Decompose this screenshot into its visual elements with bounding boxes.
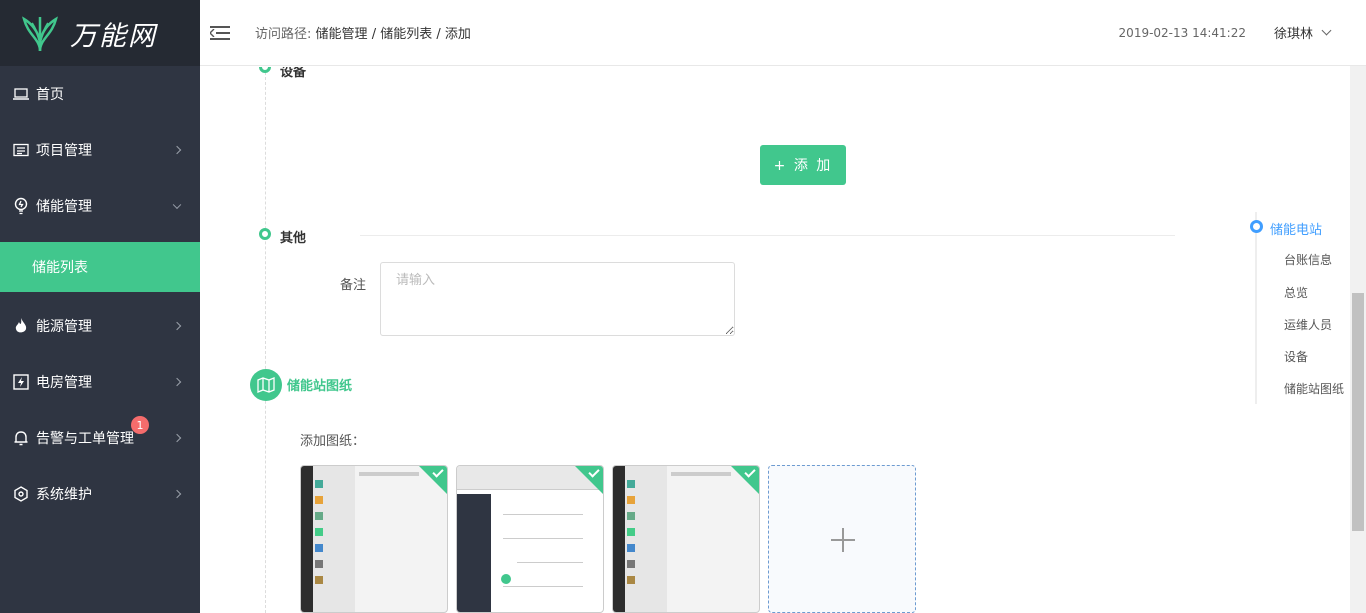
drawing-thumbnail[interactable]: [300, 465, 448, 613]
section-divider: [360, 235, 1175, 236]
leaf-logo-icon: [22, 16, 58, 52]
chevron-right-icon: [172, 321, 182, 331]
current-datetime: 2019-02-13 14:41:22: [1118, 25, 1246, 40]
add-equipment-button[interactable]: + 添 加: [760, 145, 846, 185]
sidebar: 万能网 首页 项目管理 储能管理 储能列表 能源管理 电房管理 告警与工单管理 …: [0, 0, 200, 613]
sidebar-item-power-room[interactable]: 电房管理: [0, 354, 200, 410]
gear-icon: [12, 485, 30, 503]
add-drawings-label: 添加图纸：: [300, 434, 366, 449]
map-icon: [250, 369, 282, 401]
breadcrumb-separator: /: [371, 27, 377, 42]
sidebar-item-projects[interactable]: 项目管理: [0, 122, 200, 178]
laptop-icon: [12, 85, 30, 103]
anchor-link[interactable]: 设备: [1284, 348, 1308, 365]
breadcrumb-separator: /: [436, 27, 441, 42]
sidebar-item-label: 电房管理: [36, 375, 92, 391]
section-dot: [259, 67, 271, 73]
sidebar-item-energy[interactable]: 能源管理: [0, 298, 200, 354]
list-card-icon: [12, 141, 30, 159]
sidebar-item-label: 告警与工单管理: [36, 431, 134, 447]
user-menu[interactable]: 徐琪林: [1273, 23, 1332, 42]
brand-name: 万能网: [70, 20, 157, 52]
sidebar-item-system[interactable]: 系统维护: [0, 466, 200, 522]
flame-icon: [12, 317, 30, 335]
timeline-line: [265, 67, 266, 613]
sidebar-item-label: 项目管理: [36, 143, 92, 159]
menu-toggle-icon[interactable]: [210, 25, 230, 41]
user-name: 徐琪林: [1273, 27, 1313, 42]
sidebar-item-label: 储能列表: [32, 260, 88, 276]
sidebar-item-label: 首页: [36, 87, 64, 103]
section-title-drawings: 储能站图纸: [287, 379, 353, 394]
sidebar-item-storage[interactable]: 储能管理: [0, 178, 200, 234]
main-content: 设备 + 添 加 其他 备注 储能站图纸 添加图纸：: [200, 67, 1350, 613]
chevron-down-icon: [172, 200, 182, 210]
breadcrumb: 访问路径: 储能管理 / 储能列表 / 添加: [255, 23, 471, 42]
breadcrumb-prefix: 访问路径:: [255, 27, 312, 42]
logo[interactable]: 万能网: [0, 0, 200, 66]
top-header: 访问路径: 储能管理 / 储能列表 / 添加 2019-02-13 14:41:…: [200, 0, 1366, 66]
note-label: 备注: [340, 278, 367, 293]
bulb-icon: [12, 197, 30, 215]
section-dot: [259, 228, 271, 240]
chevron-down-icon: [1321, 25, 1332, 36]
anchor-link[interactable]: 运维人员: [1284, 316, 1332, 333]
chevron-right-icon: [172, 489, 182, 499]
section-title-other: 其他: [280, 231, 307, 246]
anchor-rail: [1255, 212, 1257, 404]
sidebar-item-label: 系统维护: [36, 487, 92, 503]
drawing-thumbnail[interactable]: [612, 465, 760, 613]
note-textarea[interactable]: [380, 262, 735, 336]
section-title-equipment: 设备: [280, 67, 307, 80]
notification-badge: 1: [131, 416, 149, 434]
sidebar-item-label: 储能管理: [36, 199, 92, 215]
anchor-link[interactable]: 储能站图纸: [1284, 380, 1344, 397]
drawing-thumbnail[interactable]: [456, 465, 604, 613]
anchor-link[interactable]: 台账信息: [1284, 251, 1332, 268]
anchor-link[interactable]: 总览: [1284, 284, 1308, 301]
bolt-box-icon: [12, 373, 30, 391]
sidebar-item-label: 能源管理: [36, 319, 92, 335]
breadcrumb-item[interactable]: 储能管理: [316, 27, 368, 42]
sidebar-subitem-storage-list[interactable]: 储能列表: [0, 242, 200, 292]
breadcrumb-item[interactable]: 储能列表: [380, 27, 432, 42]
sidebar-nav: 首页 项目管理 储能管理 储能列表 能源管理 电房管理 告警与工单管理 1 系统…: [0, 66, 200, 522]
sidebar-item-alarms[interactable]: 告警与工单管理 1: [0, 410, 200, 466]
scrollbar-thumb[interactable]: [1352, 293, 1364, 531]
chevron-right-icon: [172, 377, 182, 387]
chevron-right-icon: [172, 433, 182, 443]
sidebar-item-home[interactable]: 首页: [0, 66, 200, 122]
anchor-link[interactable]: 储能电站: [1270, 219, 1322, 238]
breadcrumb-current: 添加: [444, 27, 471, 42]
chevron-right-icon: [172, 145, 182, 155]
anchor-nav: 储能电站 台账信息 总览 运维人员 设备 储能站图纸: [1250, 212, 1350, 404]
bell-icon: [12, 429, 30, 447]
anchor-active-indicator: [1250, 220, 1263, 233]
upload-drawing-button[interactable]: [768, 465, 916, 613]
